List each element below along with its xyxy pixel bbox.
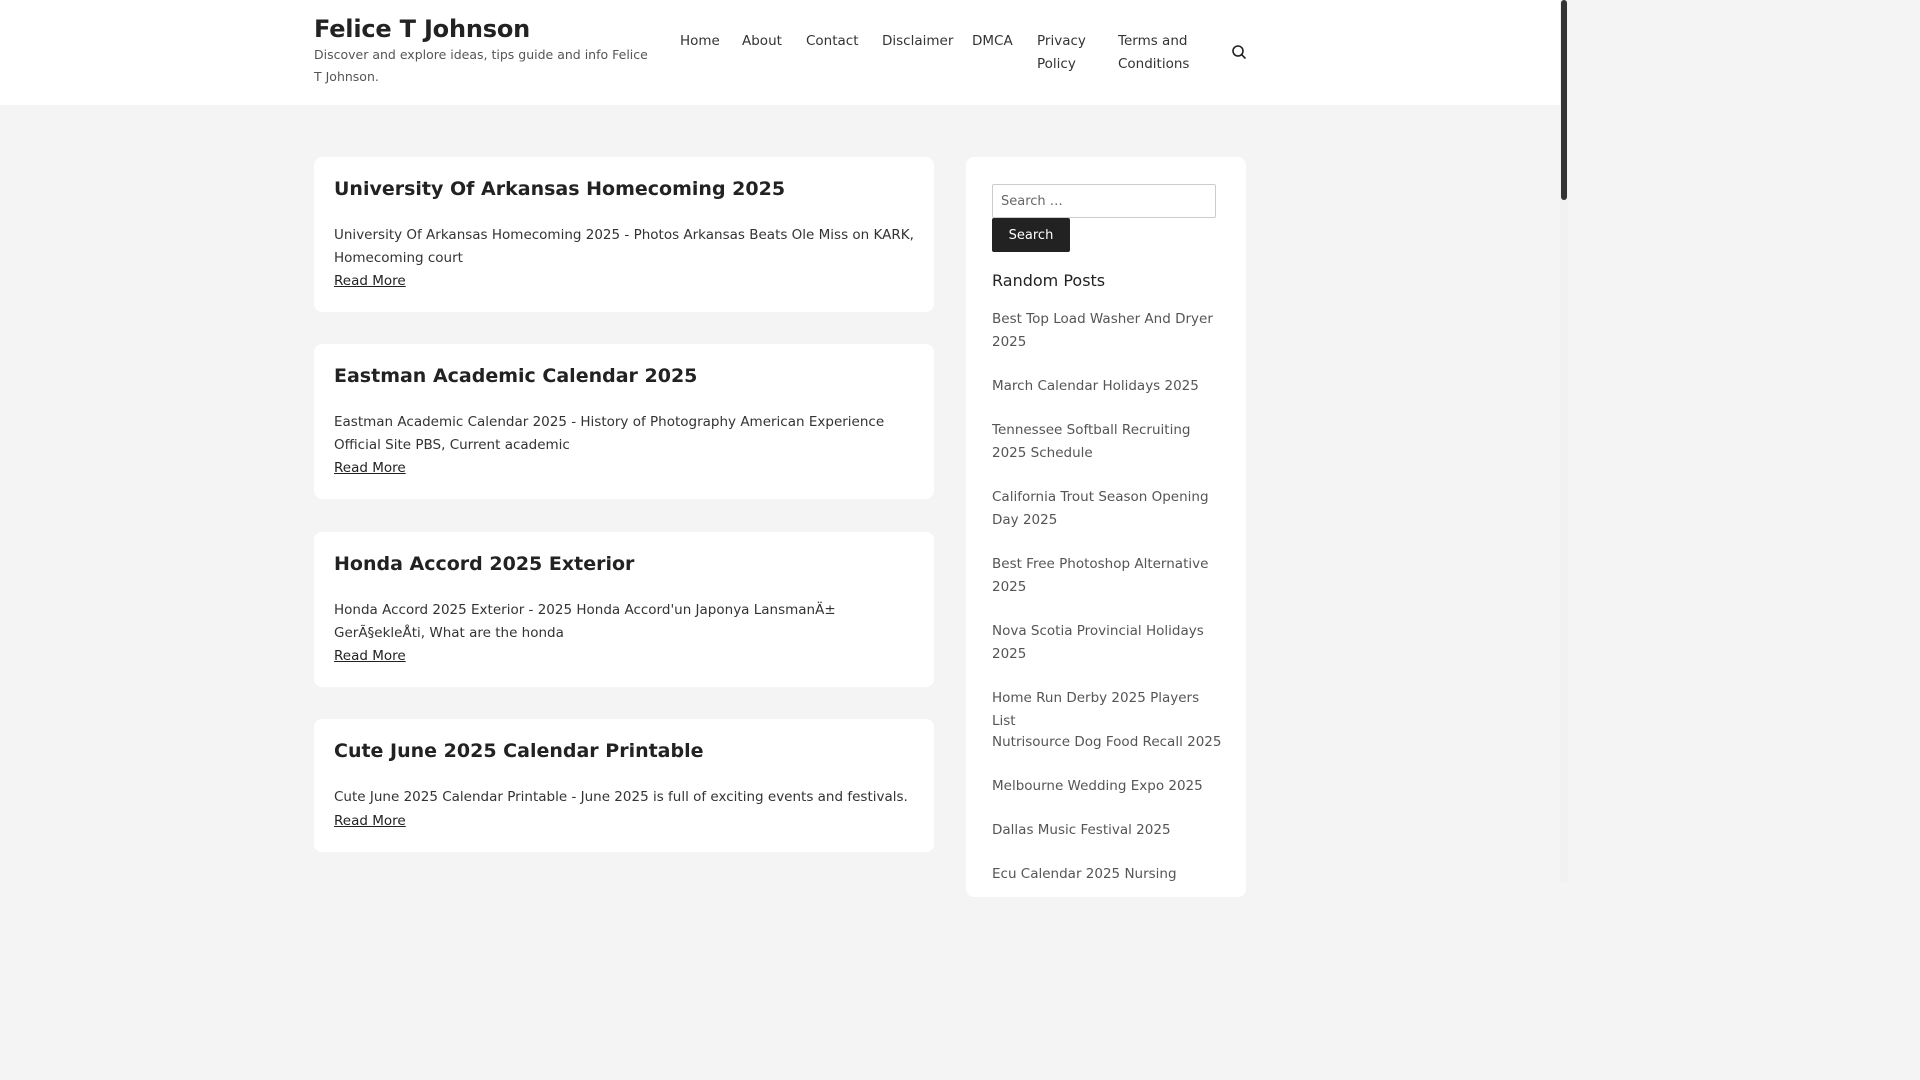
post-card: Cute June 2025 Calendar Printable Cute J… bbox=[314, 719, 934, 852]
post-card: University Of Arkansas Homecoming 2025 U… bbox=[314, 157, 934, 312]
post-title[interactable]: Eastman Academic Calendar 2025 bbox=[334, 365, 697, 387]
search-input[interactable] bbox=[992, 184, 1216, 218]
random-post-link[interactable]: March Calendar Holidays 2025 bbox=[992, 375, 1224, 398]
nav-item-home[interactable]: Home bbox=[680, 30, 720, 53]
nav-item-disclaimer[interactable]: Disclaimer bbox=[882, 30, 953, 53]
nav-terms-line2: Conditions bbox=[1118, 56, 1190, 72]
random-post-link[interactable]: Ecu Calendar 2025 Nursing bbox=[992, 863, 1224, 886]
nav-item-about[interactable]: About bbox=[742, 30, 782, 53]
random-post-link[interactable]: Nova Scotia Provincial Holidays 2025 bbox=[992, 620, 1224, 666]
random-post-link[interactable]: Tennessee Softball Recruiting 2025 Sched… bbox=[992, 419, 1224, 465]
read-more-link[interactable]: Read More bbox=[334, 811, 406, 831]
random-post-link[interactable]: California Trout Season Opening Day 2025 bbox=[992, 486, 1224, 532]
site-description: Discover and explore ideas, tips guide a… bbox=[314, 47, 648, 84]
nav-privacy-line2: Policy bbox=[1037, 56, 1076, 72]
post-title[interactable]: University Of Arkansas Homecoming 2025 bbox=[334, 178, 785, 200]
nav-item-dmca[interactable]: DMCA bbox=[972, 30, 1013, 53]
post-excerpt: Honda Accord 2025 Exterior - 2025 Honda … bbox=[334, 602, 836, 641]
post-card: Honda Accord 2025 Exterior Honda Accord … bbox=[314, 532, 934, 687]
scrollbar-thumb[interactable] bbox=[1561, 0, 1567, 200]
random-posts-title: Random Posts bbox=[992, 271, 1106, 290]
random-post-link[interactable]: Best Free Photoshop Alternative 2025 bbox=[992, 553, 1224, 599]
site-header: Felice T Johnson Discover and explore id… bbox=[0, 0, 1560, 105]
post-excerpt: Cute June 2025 Calendar Printable - June… bbox=[334, 789, 908, 805]
search-icon[interactable] bbox=[1230, 43, 1248, 61]
post-card: Eastman Academic Calendar 2025 Eastman A… bbox=[314, 344, 934, 499]
random-post-link[interactable]: Nutrisource Dog Food Recall 2025 bbox=[992, 731, 1224, 754]
nav-item-contact[interactable]: Contact bbox=[806, 30, 859, 53]
search-button[interactable]: Search bbox=[992, 218, 1070, 252]
page-scrollbar[interactable] bbox=[1560, 0, 1568, 882]
read-more-link[interactable]: Read More bbox=[334, 271, 406, 291]
site-title[interactable]: Felice T Johnson bbox=[314, 15, 530, 43]
post-title[interactable]: Honda Accord 2025 Exterior bbox=[334, 553, 634, 575]
random-post-link[interactable]: Dallas Music Festival 2025 bbox=[992, 819, 1224, 842]
sidebar: Search Random Posts Best Top Load Washer… bbox=[966, 157, 1246, 897]
nav-privacy-line1: Privacy bbox=[1037, 33, 1086, 49]
read-more-link[interactable]: Read More bbox=[334, 646, 406, 666]
post-excerpt: University Of Arkansas Homecoming 2025 -… bbox=[334, 227, 914, 266]
nav-item-terms[interactable]: Terms and Conditions bbox=[1118, 30, 1189, 76]
post-excerpt: Eastman Academic Calendar 2025 - History… bbox=[334, 414, 885, 453]
random-post-link[interactable]: Home Run Derby 2025 Players List bbox=[992, 687, 1224, 733]
random-post-link[interactable]: Best Top Load Washer And Dryer 2025 bbox=[992, 308, 1224, 354]
nav-item-privacy-policy[interactable]: Privacy Policy bbox=[1037, 30, 1086, 76]
post-title[interactable]: Cute June 2025 Calendar Printable bbox=[334, 740, 704, 762]
read-more-link[interactable]: Read More bbox=[334, 458, 406, 478]
random-post-link[interactable]: Melbourne Wedding Expo 2025 bbox=[992, 775, 1224, 798]
nav-terms-line1: Terms and bbox=[1118, 33, 1188, 49]
